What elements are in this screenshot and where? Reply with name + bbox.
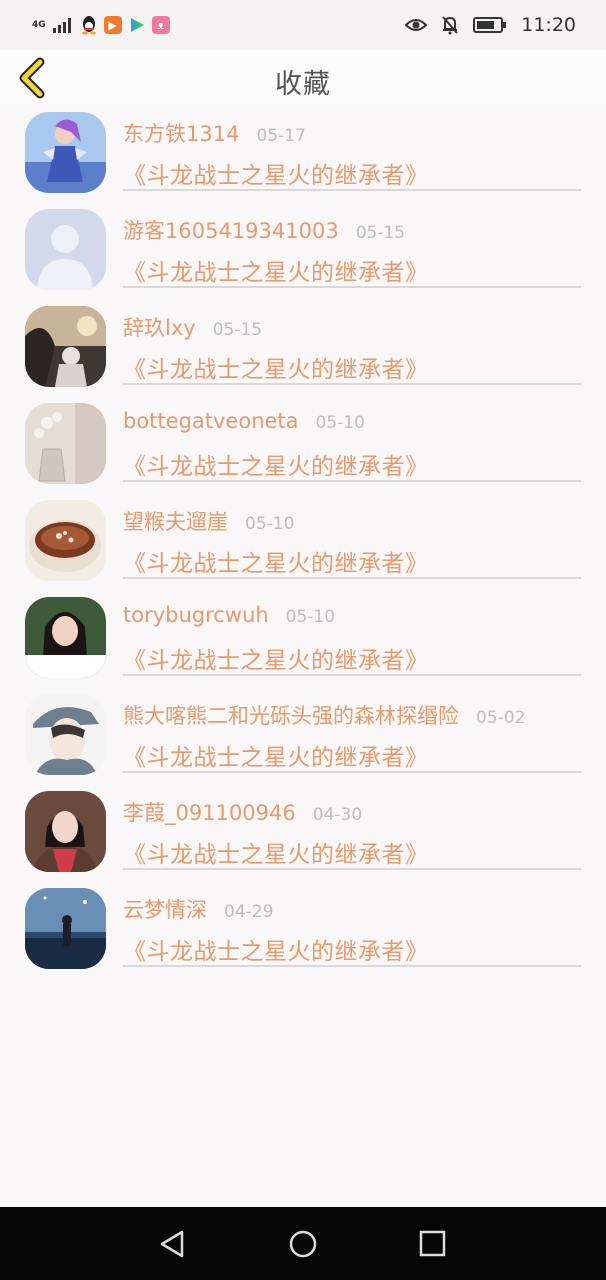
video-app-icon: ▶ [103,16,122,34]
book-title-link[interactable]: 《斗龙战士之星火的继承者》 [123,253,429,287]
status-right: 11:20 [405,14,576,36]
user-name[interactable]: 熊大喀熊二和光砾头强的森林探缗险 [123,700,459,730]
battery-icon [473,17,507,33]
avatar[interactable] [25,694,106,775]
list-item[interactable]: 熊大喀熊二和光砾头强的森林探缗险 05-02 《斗龙战士之星火的继承者》 [0,686,606,783]
avatar[interactable] [25,306,106,387]
avatar[interactable] [25,403,106,484]
home-circle-icon [289,1230,317,1258]
user-name[interactable]: 游客1605419341003 [123,215,339,245]
back-triangle-icon [160,1230,184,1258]
back-button[interactable] [14,56,50,100]
user-name[interactable]: 辞玖lxy [123,312,196,342]
page-title: 收藏 [275,68,331,100]
date-label: 05-17 [256,126,306,146]
avatar[interactable] [25,500,106,581]
user-name[interactable]: bottegatveoneta [123,409,299,433]
list-item[interactable]: 游客1605419341003 05-15 《斗龙战士之星火的继承者》 [0,201,606,298]
date-label: 05-10 [285,607,336,627]
user-name[interactable]: torybugrcwuh [123,603,269,627]
avatar[interactable] [25,597,106,678]
book-title-link[interactable]: 《斗龙战士之星火的继承者》 [123,156,429,190]
list-item-body: 东方铁1314 05-17 《斗龙战士之星火的继承者》 [123,104,581,191]
list-item[interactable]: torybugrcwuh 05-10 《斗龙战士之星火的继承者》 [0,589,606,686]
list-item-body: torybugrcwuh 05-10 《斗龙战士之星火的继承者》 [123,589,581,676]
status-left: 4G ▶ ᴥ [32,15,170,35]
avatar[interactable] [25,791,106,872]
book-title-link[interactable]: 《斗龙战士之星火的继承者》 [123,544,429,578]
cat-app-icon: ᴥ [151,16,170,34]
date-label: 05-10 [245,514,295,534]
list-item-body: 游客1605419341003 05-15 《斗龙战士之星火的继承者》 [123,201,581,288]
play-app-icon [130,18,144,32]
list-item[interactable]: bottegatveoneta 05-10 《斗龙战士之星火的继承者》 [0,395,606,492]
clock: 11:20 [521,14,576,36]
signal-icon [52,18,71,33]
list-item[interactable]: 李葭_091100946 04-30 《斗龙战士之星火的继承者》 [0,783,606,880]
mute-bell-icon [442,16,458,35]
nav-home-button[interactable] [288,1229,318,1259]
nav-back-button[interactable] [158,1229,188,1259]
date-label: 05-02 [476,708,526,728]
list-item-body: 云梦情深 04-29 《斗龙战士之星火的继承者》 [123,880,581,967]
user-name[interactable]: 东方铁1314 [123,118,239,148]
list-item[interactable]: 望糇夫遛崖 05-10 《斗龙战士之星火的继承者》 [0,492,606,589]
list-item[interactable]: 云梦情深 04-29 《斗龙战士之星火的继承者》 [0,880,606,977]
title-bar: 收藏 [0,50,606,104]
book-title-link[interactable]: 《斗龙战士之星火的继承者》 [123,641,429,675]
eye-icon [405,19,428,31]
favorites-list: 东方铁1314 05-17 《斗龙战士之星火的继承者》 游客1605419341… [0,104,606,977]
network-label: 4G [32,19,46,30]
book-title-link[interactable]: 《斗龙战士之星火的继承者》 [123,447,429,481]
date-label: 05-10 [315,413,365,433]
book-title-link[interactable]: 《斗龙战士之星火的继承者》 [123,932,429,966]
date-label: 04-29 [224,902,274,922]
nav-recents-button[interactable] [418,1229,448,1259]
list-item-body: 熊大喀熊二和光砾头强的森林探缗险 05-02 《斗龙战士之星火的继承者》 [123,686,581,773]
date-label: 04-30 [312,805,363,825]
list-item-body: 辞玖lxy 05-15 《斗龙战士之星火的继承者》 [123,298,581,385]
avatar[interactable] [25,209,106,290]
recents-square-icon [419,1230,446,1257]
back-chevron-icon [19,57,45,99]
list-item[interactable]: 东方铁1314 05-17 《斗龙战士之星火的继承者》 [0,104,606,201]
navigation-bar [0,1207,606,1280]
avatar[interactable] [25,112,106,193]
book-title-link[interactable]: 《斗龙战士之星火的继承者》 [123,350,429,384]
user-name[interactable]: 望糇夫遛崖 [123,506,228,536]
date-label: 05-15 [212,320,263,340]
user-name[interactable]: 李葭_091100946 [123,797,296,827]
list-item-body: bottegatveoneta 05-10 《斗龙战士之星火的继承者》 [123,395,581,482]
user-name[interactable]: 云梦情深 [123,894,207,924]
book-title-link[interactable]: 《斗龙战士之星火的继承者》 [123,738,429,772]
avatar[interactable] [25,888,106,969]
list-item-body: 李葭_091100946 04-30 《斗龙战士之星火的继承者》 [123,783,581,870]
list-item[interactable]: 辞玖lxy 05-15 《斗龙战士之星火的继承者》 [0,298,606,395]
date-label: 05-15 [355,223,406,243]
list-item-body: 望糇夫遛崖 05-10 《斗龙战士之星火的继承者》 [123,492,581,579]
status-bar: 4G ▶ ᴥ 11:20 [0,0,606,50]
qq-icon [81,16,96,35]
book-title-link[interactable]: 《斗龙战士之星火的继承者》 [123,835,429,869]
